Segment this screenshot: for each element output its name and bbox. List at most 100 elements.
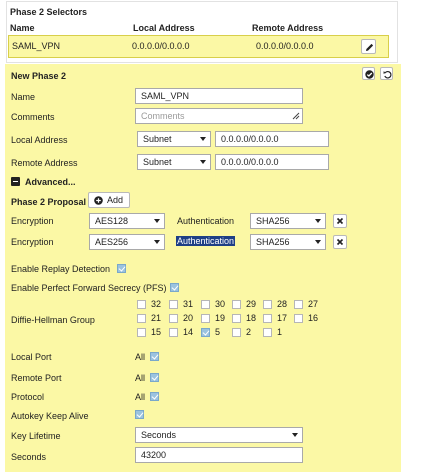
encryption-select-2[interactable]: AES256	[89, 234, 165, 250]
comments-input[interactable]: Comments	[135, 108, 303, 124]
dh-group-31-checkbox[interactable]	[169, 300, 178, 309]
selector-remote: 0.0.0.0/0.0.0.0	[256, 41, 314, 51]
local-address-type-value: Subnet	[143, 134, 172, 144]
close-icon	[336, 217, 344, 225]
seconds-label: Seconds	[11, 452, 47, 462]
plus-circle-icon	[94, 196, 103, 205]
dh-group-30-label: 30	[215, 299, 226, 309]
undo-button[interactable]	[380, 67, 393, 80]
remote-address-label: Remote Address	[11, 158, 78, 168]
protocol-value: All	[135, 392, 146, 402]
dh-group-29-checkbox[interactable]	[232, 300, 241, 309]
close-icon	[336, 238, 344, 246]
dh-group-27-label: 27	[308, 299, 319, 309]
check-circle-icon	[364, 69, 374, 79]
dh-group-21-checkbox[interactable]	[137, 314, 146, 323]
pencil-icon	[366, 43, 374, 51]
dh-group-5-label: 5	[215, 327, 221, 337]
add-proposal-label: Add	[107, 195, 124, 205]
key-lifetime-label: Key Lifetime	[11, 431, 61, 441]
dh-group-1-checkbox[interactable]	[263, 328, 272, 337]
resize-icon	[292, 112, 300, 120]
replay-detection-checkbox[interactable]	[117, 264, 126, 273]
autokey-label: Autokey Keep Alive	[11, 411, 89, 421]
authentication-select-2[interactable]: SHA256	[250, 234, 326, 250]
dh-group-31-label: 31	[183, 299, 194, 309]
undo-icon	[382, 70, 392, 79]
dh-group-27-checkbox[interactable]	[294, 300, 303, 309]
dh-group-30-checkbox[interactable]	[201, 300, 210, 309]
dh-group-19-checkbox[interactable]	[201, 314, 210, 323]
protocol-all-checkbox[interactable]	[150, 392, 159, 401]
advanced-toggle[interactable]: Advanced...	[11, 175, 81, 188]
encryption-value-1: AES128	[95, 216, 129, 226]
authentication-value-2: SHA256	[256, 237, 290, 247]
chevron-down-icon	[154, 219, 160, 223]
authentication-label-1: Authentication	[177, 216, 235, 226]
dh-group-16-checkbox[interactable]	[294, 314, 303, 323]
remote-address-type-value: Subnet	[143, 157, 172, 167]
encryption-value-2: AES256	[95, 237, 129, 247]
dh-group-18-checkbox[interactable]	[232, 314, 241, 323]
remote-address-type-select[interactable]: Subnet	[137, 154, 211, 170]
dh-group-21-label: 21	[151, 313, 162, 323]
local-address-label: Local Address	[11, 135, 68, 145]
selector-name: SAML_VPN	[12, 41, 61, 51]
dh-group-16-label: 16	[308, 313, 319, 323]
dh-group-14-checkbox[interactable]	[169, 328, 178, 337]
panel-title: New Phase 2	[11, 71, 67, 81]
dh-group-5-checkbox[interactable]	[201, 328, 210, 337]
selectors-header-remote: Remote Address	[252, 23, 324, 33]
local-port-all-checkbox[interactable]	[150, 352, 159, 361]
selectors-header-local: Local Address	[133, 23, 195, 33]
key-lifetime-select[interactable]: Seconds	[135, 427, 303, 443]
encryption-select-1[interactable]: AES128	[89, 213, 165, 229]
dh-group-1-label: 1	[277, 327, 283, 337]
dh-group-28-checkbox[interactable]	[263, 300, 272, 309]
comments-label: Comments	[11, 112, 55, 122]
selector-row[interactable]: SAML_VPN 0.0.0.0/0.0.0.0 0.0.0.0/0.0.0.0	[8, 35, 389, 58]
local-address-type-select[interactable]: Subnet	[137, 131, 211, 147]
protocol-label: Protocol	[11, 392, 45, 402]
authentication-label-2: Authentication	[176, 236, 236, 246]
local-address-input[interactable]: 0.0.0.0/0.0.0.0	[215, 131, 329, 147]
remote-address-input[interactable]: 0.0.0.0/0.0.0.0	[215, 154, 329, 170]
dh-group-32-checkbox[interactable]	[137, 300, 146, 309]
local-port-label: Local Port	[11, 352, 52, 362]
remote-port-value: All	[135, 373, 146, 383]
advanced-label: Advanced...	[25, 177, 76, 187]
confirm-button[interactable]	[362, 67, 375, 80]
comments-placeholder: Comments	[141, 111, 185, 121]
dh-group-15-label: 15	[151, 327, 162, 337]
dh-group-17-checkbox[interactable]	[263, 314, 272, 323]
dh-group-29-label: 29	[246, 299, 257, 309]
dh-group-20-checkbox[interactable]	[169, 314, 178, 323]
key-lifetime-value: Seconds	[141, 430, 177, 440]
remote-port-all-checkbox[interactable]	[150, 373, 159, 382]
encryption-label-1: Encryption	[11, 216, 54, 226]
add-proposal-button[interactable]: Add	[88, 192, 130, 208]
dh-group-15-checkbox[interactable]	[137, 328, 146, 337]
authentication-select-1[interactable]: SHA256	[250, 213, 326, 229]
remote-port-label: Remote Port	[11, 373, 62, 383]
dh-group-2-checkbox[interactable]	[232, 328, 241, 337]
remove-proposal-button-2[interactable]	[333, 235, 347, 249]
autokey-checkbox[interactable]	[135, 410, 144, 419]
local-port-value: All	[135, 352, 146, 362]
dh-group-17-label: 17	[277, 313, 288, 323]
dh-group-18-label: 18	[246, 313, 257, 323]
chevron-down-icon	[315, 240, 321, 244]
chevron-down-icon	[200, 137, 206, 141]
chevron-down-icon	[154, 240, 160, 244]
pfs-checkbox[interactable]	[170, 283, 179, 292]
selectors-title: Phase 2 Selectors	[10, 7, 88, 17]
edit-selector-button[interactable]	[361, 39, 376, 54]
dh-group-20-label: 20	[183, 313, 194, 323]
remove-proposal-button-1[interactable]	[333, 214, 347, 228]
dh-group-19-label: 19	[215, 313, 226, 323]
seconds-input[interactable]: 43200	[135, 447, 303, 463]
pfs-label: Enable Perfect Forward Secrecy (PFS)	[11, 283, 167, 293]
selector-local: 0.0.0.0/0.0.0.0	[132, 41, 190, 51]
name-input[interactable]: SAML_VPN	[135, 88, 303, 104]
name-label: Name	[11, 92, 36, 102]
